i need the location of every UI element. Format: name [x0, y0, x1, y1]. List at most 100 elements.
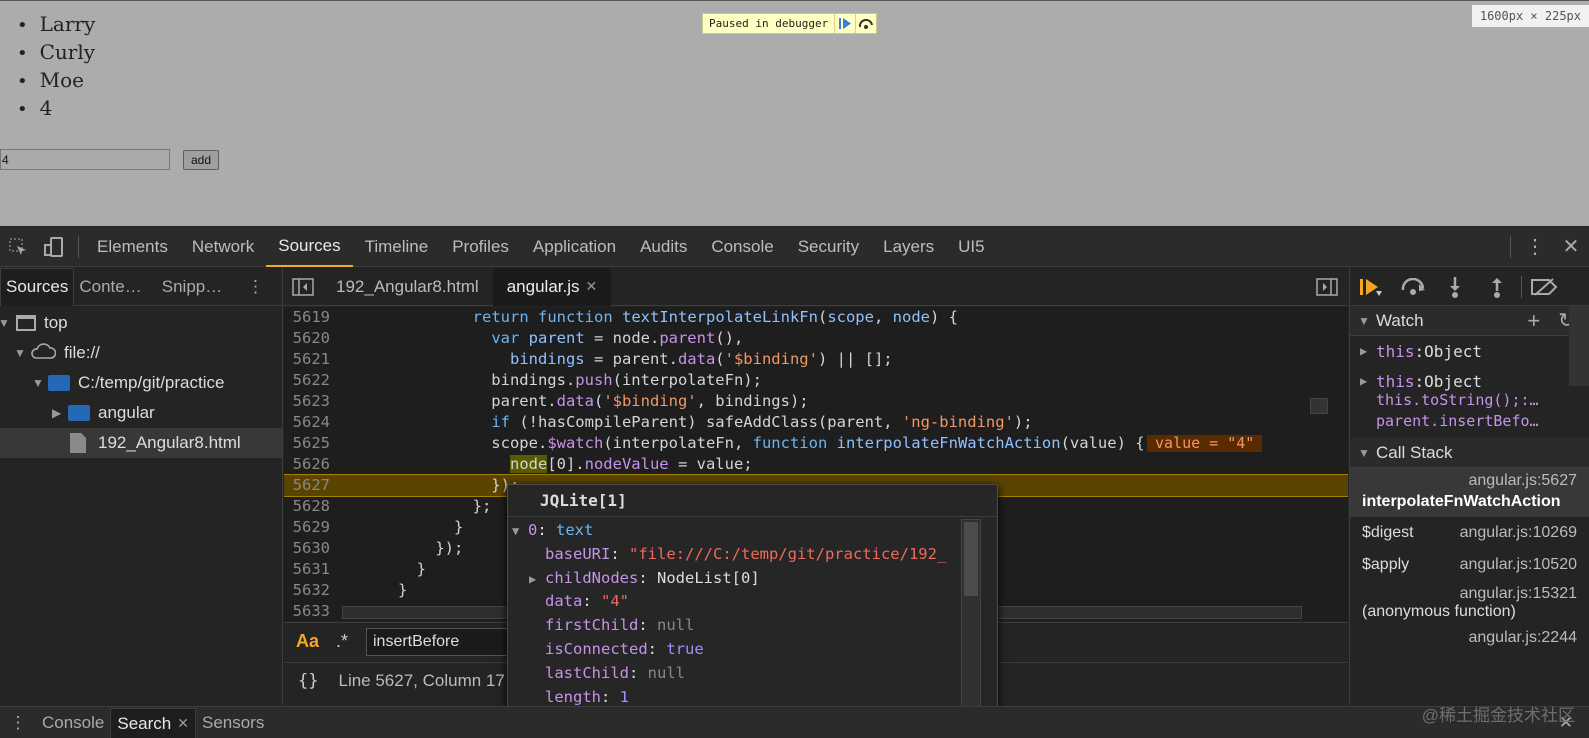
inspected-page: Larry Curly Moe 4 add Paused in debugger…: [0, 0, 1589, 226]
close-tab-icon[interactable]: ✕: [177, 715, 189, 732]
cursor-position: Line 5627, Column 17: [338, 670, 505, 690]
toggle-debugger-icon[interactable]: [1306, 268, 1348, 306]
watermark: @稀土掘金技术社区: [1421, 706, 1575, 725]
tab-console[interactable]: Console: [699, 227, 785, 267]
object-prop[interactable]: ▶ childNodes: NodeList[0]: [508, 567, 997, 591]
tab-layers[interactable]: Layers: [871, 227, 946, 267]
tab-timeline[interactable]: Timeline: [353, 227, 441, 267]
object-tree: ▼ 0: text baseURI: "file:///C:/temp/git/p…: [508, 517, 997, 733]
drawer-menu-icon[interactable]: ⋮: [0, 708, 36, 738]
call-frame[interactable]: angular.js:15321 (anonymous function): [1350, 581, 1589, 625]
tree-item-origin[interactable]: ▼ file://: [0, 338, 282, 368]
tree-item-top[interactable]: ▼ top: [0, 308, 282, 338]
tab-content-scripts[interactable]: Conte…: [74, 268, 146, 306]
tab-network[interactable]: Network: [180, 227, 266, 267]
tree-item-angular[interactable]: ▶ angular: [0, 398, 282, 428]
paused-overlay: Paused in debugger: [702, 13, 878, 34]
tab-ui5[interactable]: UI5: [946, 227, 996, 267]
close-tab-icon[interactable]: ✕: [586, 278, 598, 295]
resume-icon[interactable]: [834, 14, 855, 33]
add-watch-icon[interactable]: +: [1527, 308, 1540, 334]
toolbar-divider: [1510, 235, 1511, 258]
watch-expression[interactable]: parent.insertBefo…: [1350, 411, 1589, 432]
object-popover: JQLite[1] ▼ 0: text baseURI: "file:///C:/…: [507, 484, 998, 738]
step-over-icon[interactable]: [855, 14, 876, 33]
call-stack-header[interactable]: ▼ Call Stack: [1350, 438, 1589, 468]
device-mode-icon[interactable]: [36, 227, 72, 267]
inspect-element-icon[interactable]: [0, 227, 36, 267]
more-options-icon[interactable]: ⋮: [1517, 227, 1553, 267]
viewport-dimensions: 1600px × 225px: [1471, 5, 1589, 27]
sidebar-scrollbar[interactable]: [1569, 306, 1589, 386]
code-line: 5626 node[0].nodeValue = value;: [292, 455, 753, 473]
tab-security[interactable]: Security: [786, 227, 871, 267]
drawer-tab-search[interactable]: Search ✕: [110, 708, 196, 738]
drawer-tab-sensors[interactable]: Sensors: [196, 708, 270, 738]
object-prop[interactable]: isConnected: true: [508, 638, 997, 662]
code-line: 5625 scope.$watch(interpolateFn, functio…: [284, 433, 1348, 454]
code-line: 5619 return function textInterpolateLink…: [292, 308, 958, 326]
step-into-icon[interactable]: [1434, 276, 1476, 298]
folder-icon: [68, 405, 90, 421]
frame-icon: [16, 315, 36, 331]
pretty-print-button[interactable]: {}: [298, 671, 318, 691]
object-prop[interactable]: data: "4": [508, 590, 997, 614]
call-frame[interactable]: $apply angular.js:10520: [1350, 549, 1589, 581]
editor-tab-angular[interactable]: angular.js ✕: [492, 267, 612, 306]
navigator-tabs: Sources Conte… Snipp… ⋮: [0, 267, 282, 306]
navigator-menu-icon[interactable]: ⋮: [242, 268, 282, 306]
folder-icon: [48, 375, 70, 391]
object-prop[interactable]: firstChild: null: [508, 614, 997, 638]
call-frame[interactable]: angular.js:5627 interpolateFnWatchAction: [1350, 468, 1589, 517]
match-case-button[interactable]: Aa: [296, 631, 336, 652]
drawer-tab-console[interactable]: Console: [36, 708, 110, 738]
object-prop[interactable]: lastChild: null: [508, 662, 997, 686]
expanded-triangle-icon: ▼: [1358, 445, 1370, 460]
name-input[interactable]: [0, 149, 170, 170]
debugger-sidebar: ▼ Watch + ↻ ▶ this: Object ▶ this: Objec…: [1349, 268, 1589, 705]
editor-tabs: 192_Angular8.html angular.js ✕: [284, 267, 1348, 306]
call-stack-list: angular.js:5627 interpolateFnWatchAction…: [1350, 468, 1589, 651]
step-out-icon[interactable]: [1476, 276, 1518, 298]
call-frame[interactable]: angular.js:2244: [1350, 625, 1589, 651]
object-root[interactable]: ▼ 0: text: [508, 519, 997, 543]
tree-item-folder[interactable]: ▼ C:/temp/git/practice: [0, 368, 282, 398]
expanded-triangle-icon: ▼: [1358, 313, 1370, 328]
debugger-controls: [1350, 268, 1589, 306]
tab-snippets[interactable]: Snipp…: [157, 268, 227, 306]
regex-button[interactable]: .*: [336, 631, 366, 652]
watch-item[interactable]: ▶ this: Object: [1350, 336, 1589, 366]
paused-text: Paused in debugger: [709, 17, 829, 30]
tab-audits[interactable]: Audits: [628, 227, 699, 267]
deactivate-breakpoints-icon[interactable]: [1524, 277, 1566, 296]
code-line: 5624 if (!hasCompileParent) safeAddClass…: [292, 413, 1033, 431]
watch-header[interactable]: ▼ Watch + ↻: [1350, 306, 1589, 336]
toggle-navigator-icon[interactable]: [284, 268, 322, 306]
editor-tab-html[interactable]: 192_Angular8.html: [322, 268, 493, 306]
file-tree: ▼ top ▼ file:// ▼ C:/temp/git/practice ▶…: [0, 308, 282, 458]
popover-scrollbar[interactable]: [961, 519, 981, 713]
step-over-icon[interactable]: [1392, 277, 1434, 296]
popover-title: JQLite[1]: [508, 485, 997, 517]
watch-expression[interactable]: this.toString();:…: [1350, 390, 1589, 411]
tree-item-file[interactable]: 192_Angular8.html: [0, 428, 282, 458]
tab-application[interactable]: Application: [521, 227, 628, 267]
tab-sources[interactable]: Sources: [266, 227, 353, 267]
object-prop[interactable]: baseURI: "file:///C:/temp/git/practice/1…: [508, 543, 997, 567]
close-devtools-icon[interactable]: ✕: [1553, 227, 1589, 267]
add-button[interactable]: add: [183, 150, 220, 170]
navigator-panel: Sources Conte… Snipp… ⋮ ▼ top ▼ file:// …: [0, 267, 283, 705]
call-frame[interactable]: $digest angular.js:10269: [1350, 517, 1589, 549]
tab-sources-nav[interactable]: Sources: [0, 267, 75, 306]
editor-scrollbar[interactable]: [1310, 398, 1328, 414]
name-list: Larry Curly Moe 4: [17, 11, 96, 123]
resume-icon[interactable]: [1350, 277, 1392, 297]
collapsed-triangle-icon: ▶: [1360, 374, 1368, 388]
inline-value: value = "4": [1147, 435, 1263, 452]
code-line: 5623 parent.data('$binding', bindings);: [292, 392, 809, 410]
collapsed-triangle-icon: ▶: [529, 571, 537, 586]
code-line: 5622 bindings.push(interpolateFn);: [292, 371, 762, 389]
tab-profiles[interactable]: Profiles: [440, 227, 521, 267]
tab-elements[interactable]: Elements: [85, 227, 180, 267]
collapsed-triangle-icon: ▶: [1360, 344, 1368, 358]
